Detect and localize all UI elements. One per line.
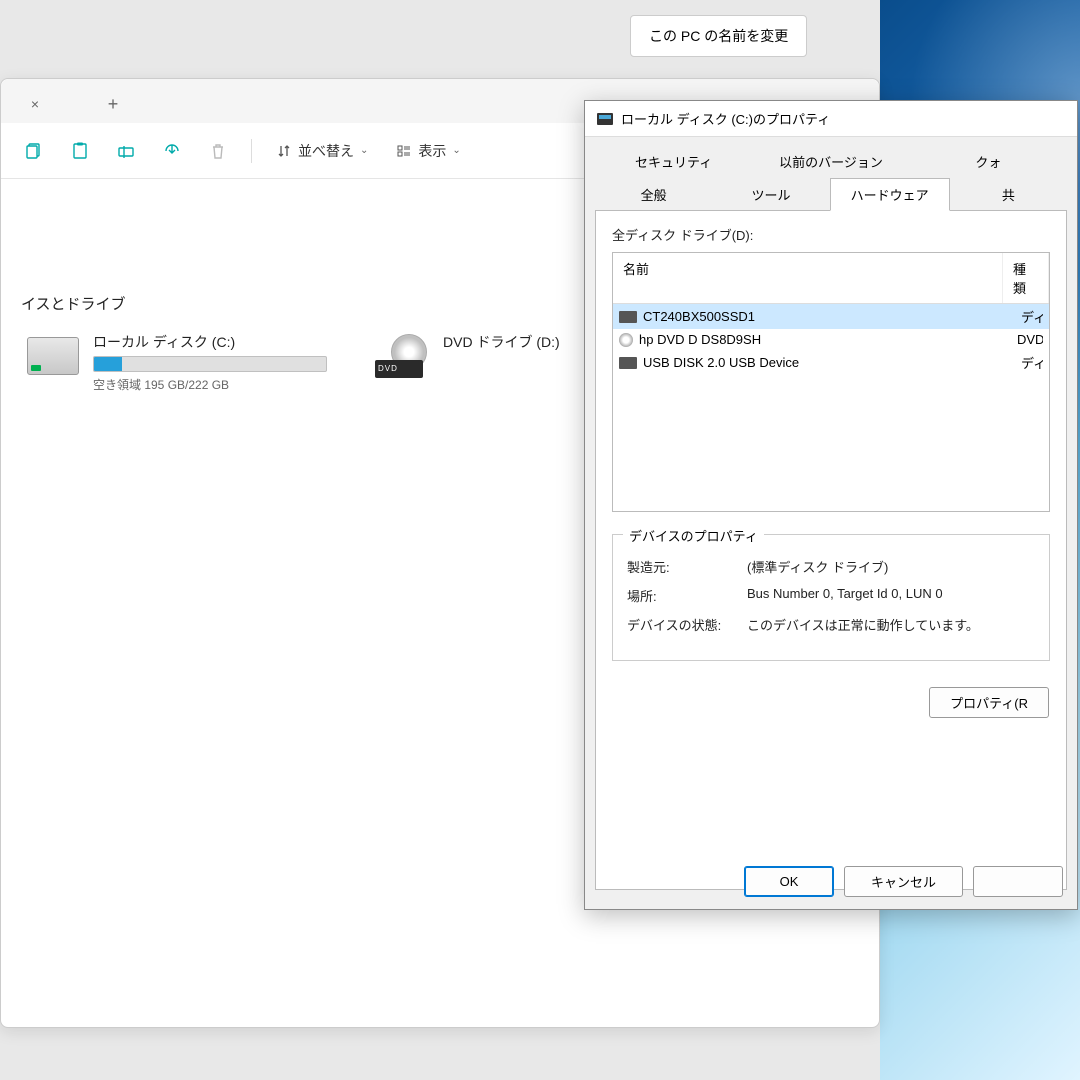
dialog-content: 全ディスク ドライブ(D): 名前 種類 CT240BX500SSD1 ディスク… bbox=[595, 210, 1067, 890]
sort-button[interactable]: 並べ替え ⌄ bbox=[266, 135, 378, 167]
status-value: このデバイスは正常に動作しています。 bbox=[747, 615, 1035, 634]
col-type[interactable]: 種類 bbox=[1003, 253, 1049, 303]
tab-sharing[interactable]: 共 bbox=[950, 178, 1067, 211]
dialog-buttons: OK キャンセル bbox=[744, 866, 1063, 897]
view-icon bbox=[396, 143, 412, 159]
manufacturer-label: 製造元: bbox=[627, 557, 747, 576]
chevron-down-icon: ⌄ bbox=[360, 145, 368, 156]
drive-free-space: 空き領域 195 GB/222 GB bbox=[93, 376, 327, 393]
list-item[interactable]: CT240BX500SSD1 ディスク ドライ bbox=[613, 304, 1049, 329]
drive-name: ローカル ディスク (C:) bbox=[93, 332, 327, 352]
copy-icon[interactable] bbox=[15, 132, 53, 170]
delete-icon[interactable] bbox=[199, 132, 237, 170]
item-name: hp DVD D DS8D9SH bbox=[639, 332, 1017, 347]
tab-quota[interactable]: クォ bbox=[910, 145, 1067, 178]
view-label: 表示 bbox=[418, 141, 446, 161]
all-drives-label: 全ディスク ドライブ(D): bbox=[612, 225, 1050, 244]
share-icon[interactable] bbox=[153, 132, 191, 170]
dialog-title: ローカル ディスク (C:)のプロパティ bbox=[621, 109, 830, 128]
list-item[interactable]: hp DVD D DS8D9SH DVD/CD-RO bbox=[613, 329, 1049, 350]
dialog-tabs: セキュリティ 以前のバージョン クォ 全般 ツール ハードウェア 共 bbox=[585, 137, 1077, 211]
tab-hardware[interactable]: ハードウェア bbox=[830, 178, 950, 211]
manufacturer-value: (標準ディスク ドライブ) bbox=[747, 557, 1035, 576]
col-name[interactable]: 名前 bbox=[613, 253, 1003, 303]
local-disk-c-item[interactable]: ローカル ディスク (C:) 空き領域 195 GB/222 GB bbox=[21, 328, 331, 397]
dvd-icon bbox=[619, 333, 633, 347]
new-tab-button[interactable]: + bbox=[99, 90, 127, 118]
rename-pc-button[interactable]: この PC の名前を変更 bbox=[630, 15, 807, 57]
tab-security[interactable]: セキュリティ bbox=[595, 145, 752, 178]
item-type: ディスク ドライ bbox=[1021, 353, 1043, 372]
tab-previous-versions[interactable]: 以前のバージョン bbox=[752, 145, 909, 178]
sort-label: 並べ替え bbox=[298, 141, 354, 161]
disk-icon bbox=[619, 311, 637, 323]
location-label: 場所: bbox=[627, 586, 747, 605]
tab-general[interactable]: 全般 bbox=[595, 178, 712, 211]
dvd-icon bbox=[375, 332, 431, 380]
apply-button[interactable] bbox=[973, 866, 1063, 897]
disk-icon bbox=[619, 357, 637, 369]
group-legend: デバイスのプロパティ bbox=[623, 526, 764, 545]
dialog-titlebar[interactable]: ローカル ディスク (C:)のプロパティ bbox=[585, 101, 1077, 137]
cancel-button[interactable]: キャンセル bbox=[844, 866, 963, 897]
tab-close-button[interactable]: × bbox=[21, 90, 49, 118]
section-title: イスとドライブ bbox=[21, 293, 126, 314]
item-type: DVD/CD-RO bbox=[1017, 332, 1043, 347]
sort-icon bbox=[276, 143, 292, 159]
chevron-down-icon: ⌄ bbox=[452, 145, 460, 156]
tab-tools[interactable]: ツール bbox=[712, 178, 829, 211]
capacity-bar bbox=[93, 356, 327, 372]
ok-button[interactable]: OK bbox=[744, 866, 834, 897]
disk-icon bbox=[25, 332, 81, 380]
status-label: デバイスの状態: bbox=[627, 615, 747, 634]
rename-icon[interactable] bbox=[107, 132, 145, 170]
item-name: USB DISK 2.0 USB Device bbox=[643, 355, 1021, 370]
item-type: ディスク ドライ bbox=[1021, 307, 1043, 326]
toolbar-separator bbox=[251, 139, 252, 163]
device-properties-group: デバイスのプロパティ 製造元: (標準ディスク ドライブ) 場所: Bus Nu… bbox=[612, 534, 1050, 661]
item-name: CT240BX500SSD1 bbox=[643, 309, 1021, 324]
view-button[interactable]: 表示 ⌄ bbox=[386, 135, 470, 167]
drive-list[interactable]: 名前 種類 CT240BX500SSD1 ディスク ドライ hp DVD D D… bbox=[612, 252, 1050, 512]
device-properties-button[interactable]: プロパティ(R bbox=[929, 687, 1049, 718]
disk-properties-dialog: ローカル ディスク (C:)のプロパティ セキュリティ 以前のバージョン クォ … bbox=[584, 100, 1078, 910]
list-header: 名前 種類 bbox=[613, 253, 1049, 304]
drive-icon bbox=[597, 113, 613, 125]
location-value: Bus Number 0, Target Id 0, LUN 0 bbox=[747, 586, 1035, 605]
list-item[interactable]: USB DISK 2.0 USB Device ディスク ドライ bbox=[613, 350, 1049, 375]
paste-icon[interactable] bbox=[61, 132, 99, 170]
